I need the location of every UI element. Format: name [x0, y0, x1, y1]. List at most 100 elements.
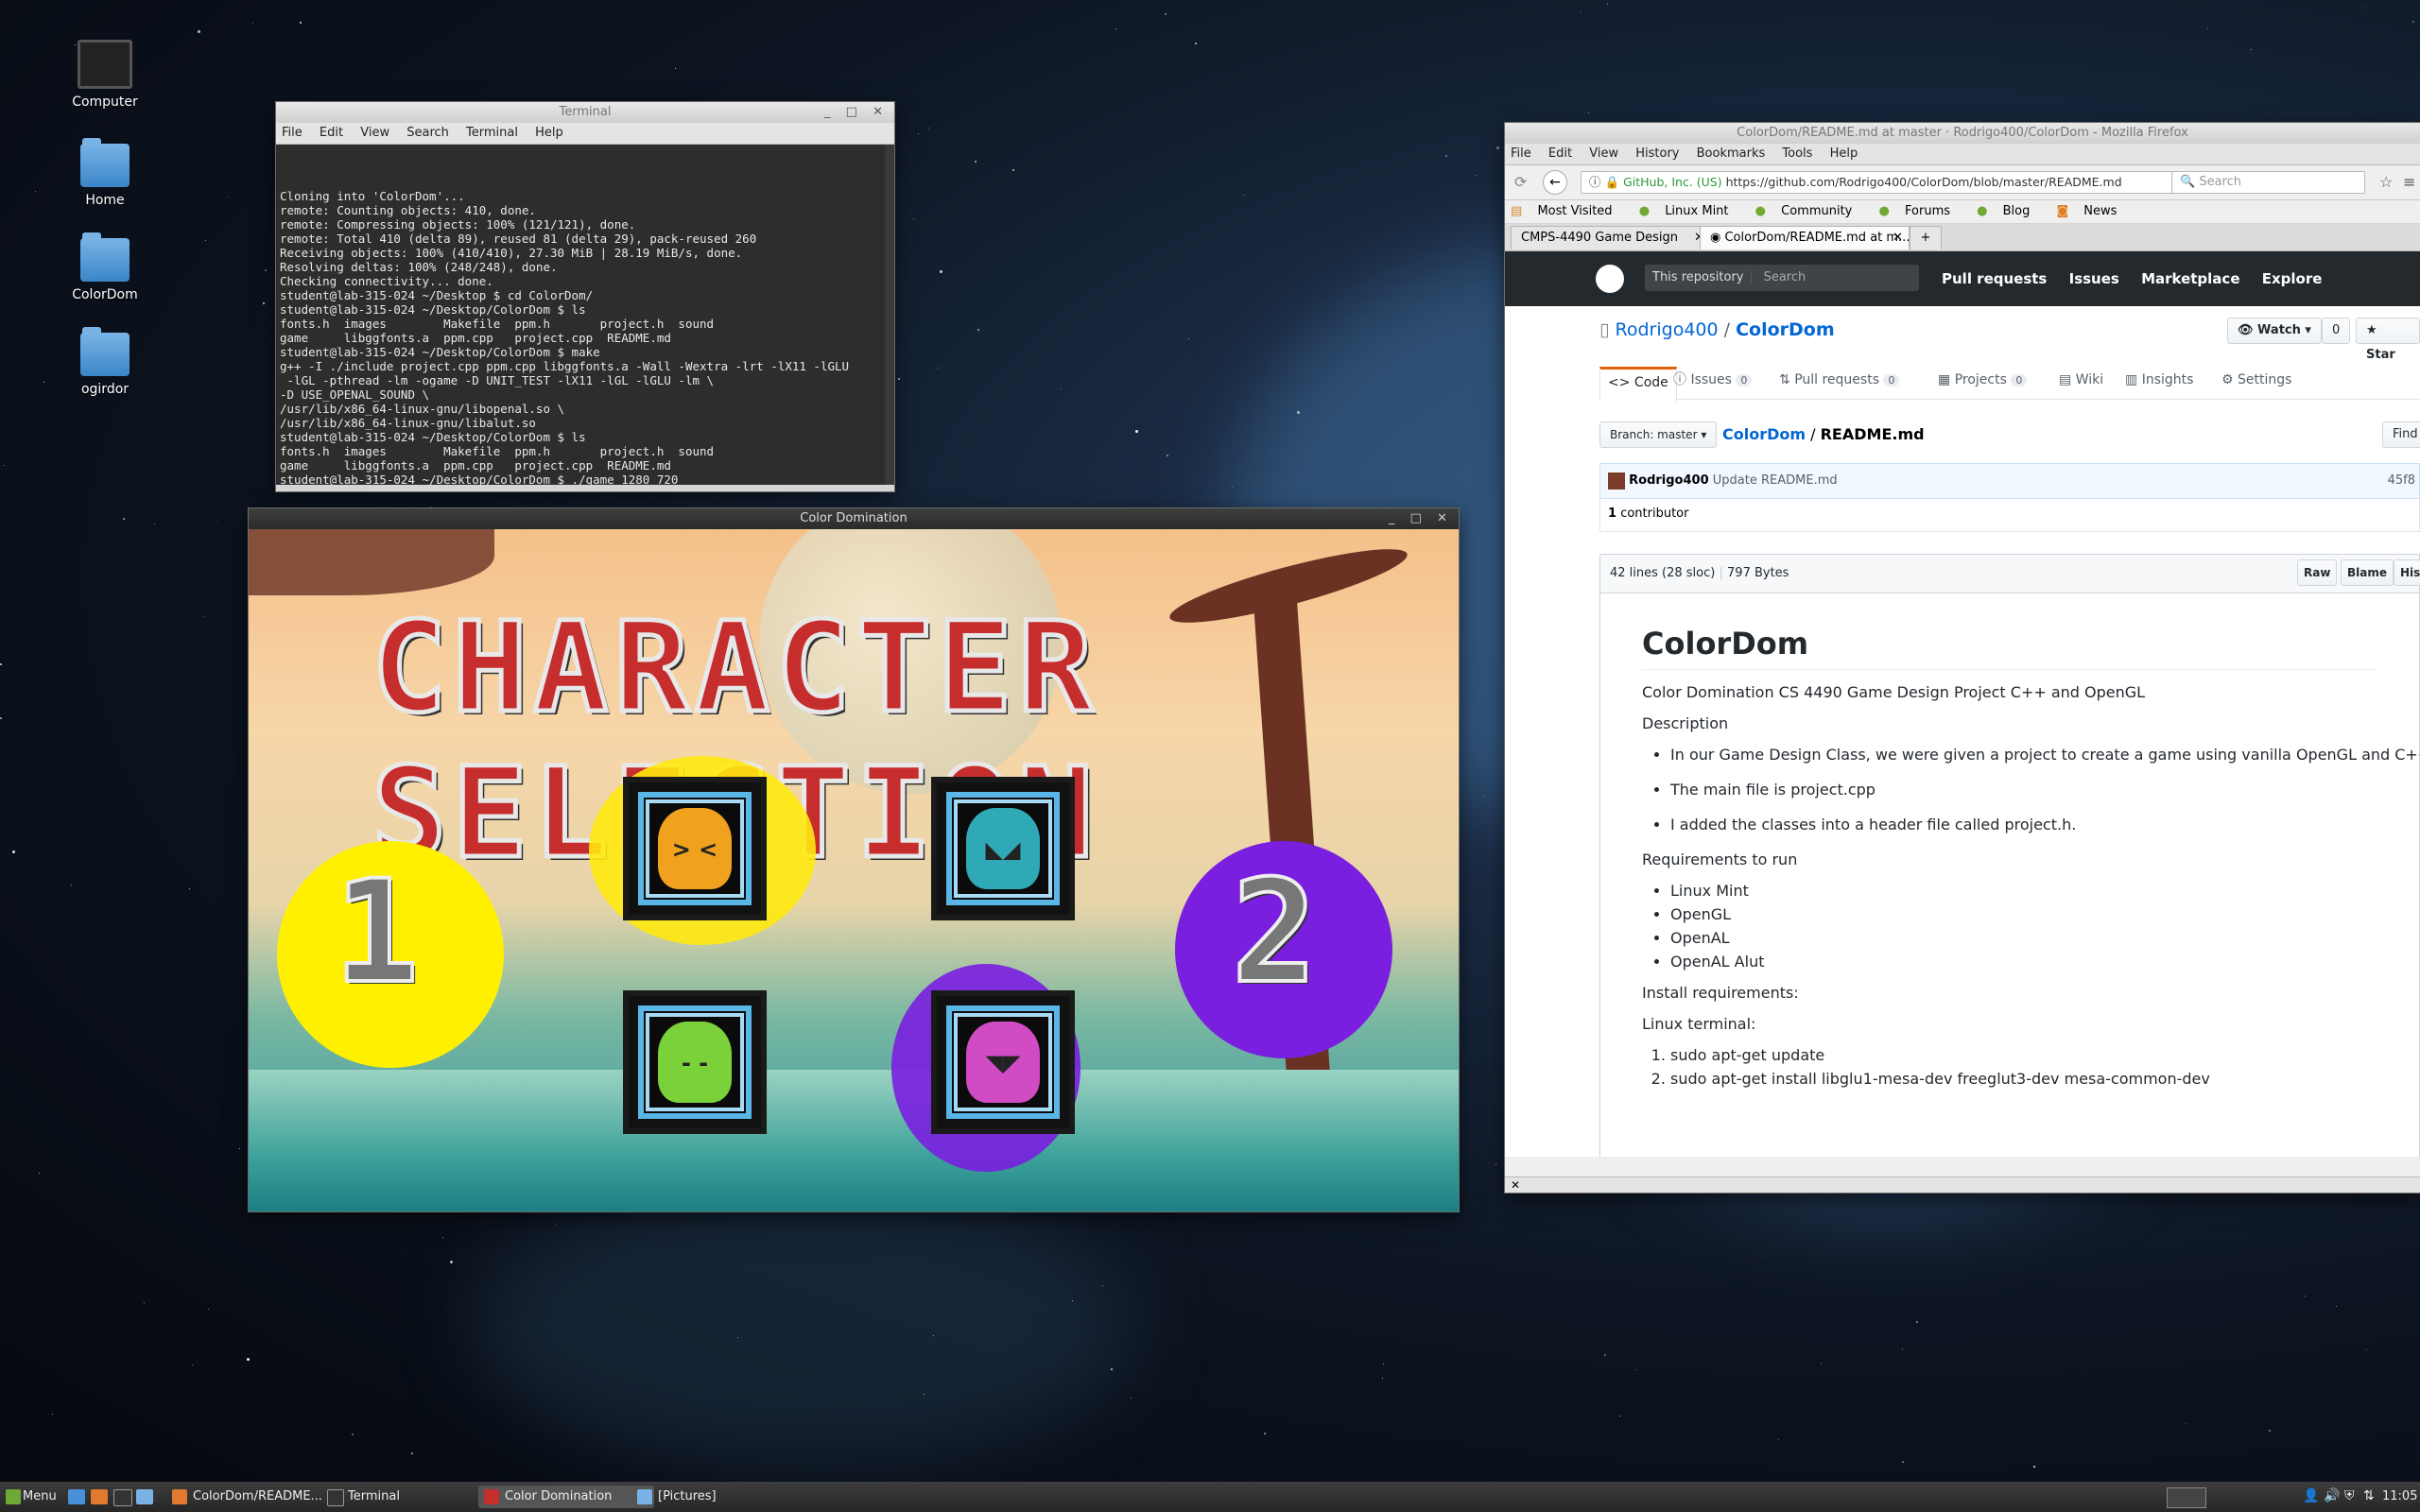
- menu-view[interactable]: View: [360, 126, 389, 140]
- tab-settings[interactable]: ⚙ Settings: [2214, 367, 2299, 399]
- commit-message[interactable]: Update README.md: [1713, 473, 1838, 488]
- bookmark-forums[interactable]: ● Forums: [1879, 204, 1962, 218]
- terminal-titlebar[interactable]: Terminal _ □ ✕: [276, 102, 894, 123]
- watch-count[interactable]: 0: [2322, 318, 2351, 344]
- desktop-icon-computer[interactable]: Computer: [53, 40, 157, 110]
- menu-edit[interactable]: Edit: [320, 126, 343, 140]
- reload-stop-icon[interactable]: ⟳: [1514, 173, 1527, 191]
- repo-name-link[interactable]: ColorDom: [1736, 319, 1835, 340]
- scrollbar[interactable]: [885, 145, 894, 485]
- bookmark-community[interactable]: ● Community: [1755, 204, 1864, 218]
- close-tab-icon[interactable]: ✕: [1893, 227, 1903, 249]
- tab-issues[interactable]: ⓘ Issues 0: [1666, 367, 1759, 399]
- bookmark-star-icon[interactable]: ☆: [2379, 173, 2393, 191]
- window-controls[interactable]: _ □ ✕: [1389, 508, 1453, 529]
- terminal-line: Receiving objects: 100% (410/410), 27.30…: [280, 246, 743, 260]
- star: [1195, 43, 1197, 44]
- character-slot-magenta[interactable]: ◥◤: [931, 990, 1075, 1134]
- github-search[interactable]: This repository Search: [1645, 265, 1919, 291]
- taskbar-item-color-domination[interactable]: Color Domination: [478, 1486, 654, 1508]
- star-button[interactable]: ★ Star: [2356, 318, 2420, 362]
- back-button[interactable]: ←: [1543, 170, 1567, 195]
- tab-cmps-4490[interactable]: CMPS-4490 Game Design ✕: [1511, 226, 1711, 249]
- menu-help[interactable]: Help: [535, 126, 563, 140]
- terminal-launcher-icon[interactable]: [113, 1489, 132, 1506]
- bookmark-blog[interactable]: ● Blog: [1977, 204, 2041, 218]
- info-icon[interactable]: ⓘ: [1589, 175, 1601, 189]
- volume-icon[interactable]: 🔊: [2324, 1488, 2340, 1503]
- menu-file[interactable]: File: [1511, 146, 1531, 161]
- menu-help[interactable]: Help: [1830, 146, 1858, 161]
- bookmark-news[interactable]: ◙ News: [2057, 204, 2129, 218]
- repo-separator: /: [1723, 319, 1737, 340]
- menu-button[interactable]: Menu: [0, 1486, 64, 1508]
- character-slot-green[interactable]: - -: [623, 990, 767, 1134]
- contributors-count[interactable]: 1: [1608, 507, 1616, 521]
- watch-button[interactable]: 👁 Watch ▾: [2227, 318, 2322, 344]
- tab-insights[interactable]: ▥ Insights: [2118, 367, 2201, 399]
- taskbar-item-pictures[interactable]: [Pictures]: [631, 1486, 788, 1508]
- new-tab-button[interactable]: +: [1910, 226, 1942, 249]
- firefox-titlebar[interactable]: ColorDom/README.md at master · Rodrigo40…: [1505, 123, 2420, 144]
- menu-view[interactable]: View: [1589, 146, 1618, 161]
- shield-icon[interactable]: ⛨: [2344, 1488, 2355, 1503]
- game-canvas[interactable]: CHARACTER SELECTION 1 2 > < ◣◢ - - ◥◤: [249, 529, 1459, 1211]
- desktop-icon-home[interactable]: Home: [53, 138, 157, 208]
- commit-sha[interactable]: 45f8: [2388, 464, 2415, 498]
- breadcrumb-repo-link[interactable]: ColorDom: [1722, 425, 1806, 443]
- close-findbar-icon[interactable]: ✕: [1511, 1178, 1520, 1192]
- search-bar[interactable]: 🔍 Search: [2171, 171, 2365, 194]
- bookmark-linux-mint[interactable]: ● Linux Mint: [1639, 204, 1740, 218]
- find-file-button[interactable]: Find: [2382, 421, 2420, 448]
- star: [918, 133, 919, 134]
- tab-strip: CMPS-4490 Game Design ✕ ◉ ColorDom/READM…: [1505, 224, 2420, 251]
- workspace-switcher[interactable]: [2167, 1487, 2206, 1508]
- network-icon[interactable]: ⇅: [2363, 1488, 2375, 1503]
- user-icon[interactable]: 👤: [2303, 1488, 2319, 1503]
- tab-pull-requests[interactable]: ⇅ Pull requests 0: [1772, 367, 1907, 399]
- menu-edit[interactable]: Edit: [1548, 146, 1572, 161]
- game-titlebar[interactable]: Color Domination _ □ ✕: [249, 508, 1459, 529]
- firefox-launcher-icon[interactable]: [91, 1489, 108, 1504]
- taskbar-item-firefox[interactable]: ColorDom/README...: [166, 1486, 342, 1508]
- character-slot-orange[interactable]: > <: [623, 777, 767, 920]
- commit-author[interactable]: Rodrigo400: [1629, 473, 1709, 488]
- star: [1382, 1378, 1383, 1379]
- desktop-icon-colordom[interactable]: ColorDom: [53, 232, 157, 302]
- window-controls[interactable]: _ □ ✕: [824, 102, 889, 123]
- site-identity[interactable]: GitHub, Inc. (US): [1623, 175, 1722, 189]
- list-item: In our Game Design Class, we were given …: [1670, 746, 2420, 764]
- url-bar[interactable]: ⓘ 🔒 GitHub, Inc. (US) https://github.com…: [1581, 171, 2223, 194]
- bookmark-most-visited[interactable]: ▤ Most Visited: [1511, 204, 1624, 218]
- menu-history[interactable]: History: [1635, 146, 1679, 161]
- menu-tools[interactable]: Tools: [1782, 146, 1812, 161]
- tab-wiki[interactable]: ▤ Wiki: [2051, 367, 2111, 399]
- menu-file[interactable]: File: [282, 126, 302, 140]
- branch-selector[interactable]: Branch: master ▾: [1599, 421, 1718, 448]
- show-desktop-icon[interactable]: [68, 1489, 85, 1504]
- readme-linux-heading: Linux terminal:: [1642, 1015, 1756, 1033]
- bookmarks-menu-icon[interactable]: ≡: [2403, 173, 2415, 191]
- nav-marketplace[interactable]: Marketplace: [2141, 270, 2239, 287]
- repo-owner-link[interactable]: Rodrigo400: [1616, 319, 1719, 340]
- history-button[interactable]: His: [2394, 559, 2420, 586]
- clock[interactable]: 11:05: [2382, 1489, 2417, 1503]
- menu-search[interactable]: Search: [406, 126, 449, 140]
- nav-pull-requests[interactable]: Pull requests: [1942, 270, 2047, 287]
- terminal-output[interactable]: Cloning into 'ColorDom'... remote: Counti…: [276, 145, 894, 485]
- files-launcher-icon[interactable]: [136, 1489, 153, 1504]
- taskbar-item-terminal[interactable]: Terminal: [321, 1486, 478, 1508]
- blame-button[interactable]: Blame: [2341, 559, 2394, 586]
- raw-button[interactable]: Raw: [2297, 559, 2338, 586]
- url-text[interactable]: https://github.com/Rodrigo400/ColorDom/b…: [1726, 175, 2122, 189]
- character-slot-teal[interactable]: ◣◢: [931, 777, 1075, 920]
- nav-explore[interactable]: Explore: [2262, 270, 2323, 287]
- menu-bookmarks[interactable]: Bookmarks: [1697, 146, 1766, 161]
- desktop-icon-ogirdor[interactable]: ogirdor: [53, 327, 157, 397]
- menu-terminal[interactable]: Terminal: [466, 126, 518, 140]
- github-logo-icon[interactable]: [1596, 265, 1624, 293]
- contributors-label[interactable]: contributor: [1620, 507, 1688, 521]
- tab-projects[interactable]: ▦ Projects 0: [1930, 367, 2034, 399]
- tab-colordom-readme[interactable]: ◉ ColorDom/README.md at m... ✕: [1700, 226, 1910, 249]
- nav-issues[interactable]: Issues: [2069, 270, 2119, 287]
